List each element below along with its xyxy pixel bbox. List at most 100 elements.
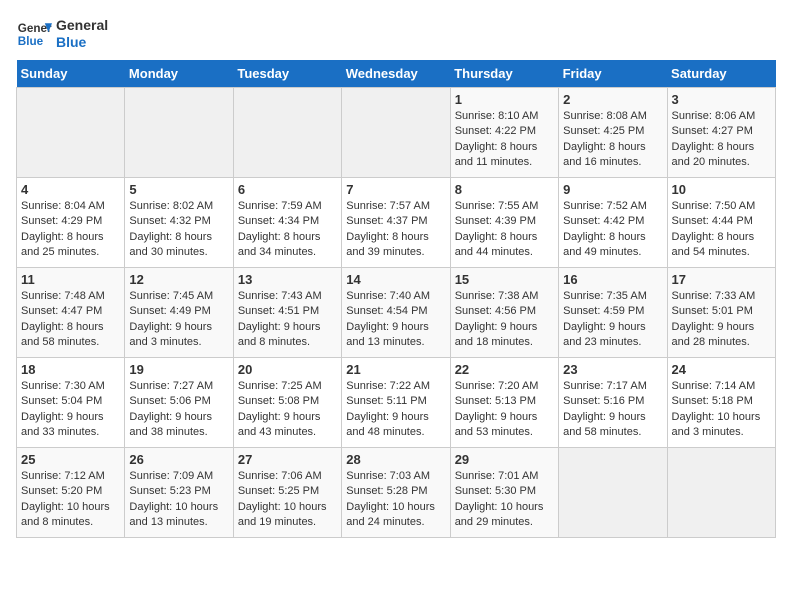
- day-number: 10: [672, 182, 771, 197]
- calendar-week-row: 25Sunrise: 7:12 AM Sunset: 5:20 PM Dayli…: [17, 448, 776, 538]
- weekday-header: Friday: [559, 60, 667, 88]
- calendar-cell: [559, 448, 667, 538]
- day-number: 11: [21, 272, 120, 287]
- day-number: 20: [238, 362, 337, 377]
- day-number: 5: [129, 182, 228, 197]
- day-info: Sunrise: 8:04 AM Sunset: 4:29 PM Dayligh…: [21, 199, 120, 261]
- day-number: 16: [563, 272, 662, 287]
- calendar-cell: 20Sunrise: 7:25 AM Sunset: 5:08 PM Dayli…: [233, 358, 341, 448]
- day-number: 8: [455, 182, 554, 197]
- day-number: 23: [563, 362, 662, 377]
- calendar-cell: 3 Sunrise: 8:06 AM Sunset: 4:27 PM Daylig…: [667, 88, 775, 178]
- weekday-header: Thursday: [450, 60, 558, 88]
- calendar-header-row: SundayMondayTuesdayWednesdayThursdayFrid…: [17, 60, 776, 88]
- day-info: Sunrise: 7:57 AM Sunset: 4:37 PM Dayligh…: [346, 199, 445, 261]
- calendar-cell: 6 Sunrise: 7:59 AM Sunset: 4:34 PM Daylig…: [233, 178, 341, 268]
- day-info: Sunrise: 7:52 AM Sunset: 4:42 PM Dayligh…: [563, 199, 662, 261]
- calendar-cell: [125, 88, 233, 178]
- calendar-cell: 8 Sunrise: 7:55 AM Sunset: 4:39 PM Daylig…: [450, 178, 558, 268]
- calendar-week-row: 1 Sunrise: 8:10 AM Sunset: 4:22 PM Daylig…: [17, 88, 776, 178]
- calendar-cell: 15Sunrise: 7:38 AM Sunset: 4:56 PM Dayli…: [450, 268, 558, 358]
- day-number: 25: [21, 452, 120, 467]
- day-info: Sunrise: 7:17 AM Sunset: 5:16 PM Dayligh…: [563, 379, 662, 441]
- day-info: Sunrise: 7:55 AM Sunset: 4:39 PM Dayligh…: [455, 199, 554, 261]
- day-number: 4: [21, 182, 120, 197]
- day-number: 19: [129, 362, 228, 377]
- calendar-cell: [342, 88, 450, 178]
- day-number: 13: [238, 272, 337, 287]
- day-info: Sunrise: 7:59 AM Sunset: 4:34 PM Dayligh…: [238, 199, 337, 261]
- calendar-cell: 11 Sunrise: 7:48 AM Sunset: 4:47 PM Dayli…: [17, 268, 125, 358]
- calendar-cell: 12 Sunrise: 7:45 AM Sunset: 4:49 PM Dayli…: [125, 268, 233, 358]
- calendar-cell: 26Sunrise: 7:09 AM Sunset: 5:23 PM Dayli…: [125, 448, 233, 538]
- calendar-cell: 28 Sunrise: 7:03 AM Sunset: 5:28 PM Dayli…: [342, 448, 450, 538]
- calendar-cell: 16 Sunrise: 7:35 AM Sunset: 4:59 PM Dayli…: [559, 268, 667, 358]
- day-info: Sunrise: 7:03 AM Sunset: 5:28 PM Dayligh…: [346, 469, 445, 531]
- day-number: 29: [455, 452, 554, 467]
- calendar-week-row: 18 Sunrise: 7:30 AM Sunset: 5:04 PM Dayli…: [17, 358, 776, 448]
- calendar-cell: 24Sunrise: 7:14 AM Sunset: 5:18 PM Dayli…: [667, 358, 775, 448]
- calendar-cell: 29 Sunrise: 7:01 AM Sunset: 5:30 PM Dayli…: [450, 448, 558, 538]
- weekday-header: Tuesday: [233, 60, 341, 88]
- calendar-week-row: 4 Sunrise: 8:04 AM Sunset: 4:29 PM Daylig…: [17, 178, 776, 268]
- page-header: General Blue General Blue: [16, 16, 776, 52]
- day-number: 14: [346, 272, 445, 287]
- calendar-cell: 17 Sunrise: 7:33 AM Sunset: 5:01 PM Dayli…: [667, 268, 775, 358]
- logo-icon: General Blue: [16, 16, 52, 52]
- calendar-cell: 21Sunrise: 7:22 AM Sunset: 5:11 PM Dayli…: [342, 358, 450, 448]
- day-info: Sunrise: 7:50 AM Sunset: 4:44 PM Dayligh…: [672, 199, 771, 261]
- day-info: Sunrise: 8:10 AM Sunset: 4:22 PM Dayligh…: [455, 109, 554, 171]
- day-info: Sunrise: 7:27 AM Sunset: 5:06 PM Dayligh…: [129, 379, 228, 441]
- calendar-cell: 18 Sunrise: 7:30 AM Sunset: 5:04 PM Dayli…: [17, 358, 125, 448]
- day-number: 15: [455, 272, 554, 287]
- day-info: Sunrise: 7:22 AM Sunset: 5:11 PM Dayligh…: [346, 379, 445, 441]
- logo: General Blue General Blue: [16, 16, 108, 52]
- day-number: 28: [346, 452, 445, 467]
- day-info: Sunrise: 7:43 AM Sunset: 4:51 PM Dayligh…: [238, 289, 337, 351]
- day-number: 12: [129, 272, 228, 287]
- calendar-week-row: 11 Sunrise: 7:48 AM Sunset: 4:47 PM Dayli…: [17, 268, 776, 358]
- calendar-cell: [17, 88, 125, 178]
- calendar-cell: 22 Sunrise: 7:20 AM Sunset: 5:13 PM Dayli…: [450, 358, 558, 448]
- svg-text:Blue: Blue: [18, 35, 44, 48]
- day-info: Sunrise: 7:20 AM Sunset: 5:13 PM Dayligh…: [455, 379, 554, 441]
- weekday-header: Saturday: [667, 60, 775, 88]
- day-number: 7: [346, 182, 445, 197]
- calendar-cell: [233, 88, 341, 178]
- day-number: 17: [672, 272, 771, 287]
- calendar-cell: 19 Sunrise: 7:27 AM Sunset: 5:06 PM Dayli…: [125, 358, 233, 448]
- calendar-cell: 7 Sunrise: 7:57 AM Sunset: 4:37 PM Daylig…: [342, 178, 450, 268]
- day-number: 18: [21, 362, 120, 377]
- day-number: 9: [563, 182, 662, 197]
- day-number: 22: [455, 362, 554, 377]
- calendar-cell: 4 Sunrise: 8:04 AM Sunset: 4:29 PM Daylig…: [17, 178, 125, 268]
- day-info: Sunrise: 7:01 AM Sunset: 5:30 PM Dayligh…: [455, 469, 554, 531]
- calendar-cell: 13 Sunrise: 7:43 AM Sunset: 4:51 PM Dayli…: [233, 268, 341, 358]
- calendar-cell: [667, 448, 775, 538]
- day-number: 24: [672, 362, 771, 377]
- weekday-header: Wednesday: [342, 60, 450, 88]
- weekday-header: Sunday: [17, 60, 125, 88]
- day-info: Sunrise: 7:33 AM Sunset: 5:01 PM Dayligh…: [672, 289, 771, 351]
- day-number: 1: [455, 92, 554, 107]
- day-info: Sunrise: 7:48 AM Sunset: 4:47 PM Dayligh…: [21, 289, 120, 351]
- day-info: Sunrise: 7:40 AM Sunset: 4:54 PM Dayligh…: [346, 289, 445, 351]
- day-number: 2: [563, 92, 662, 107]
- calendar-cell: 10 Sunrise: 7:50 AM Sunset: 4:44 PM Dayli…: [667, 178, 775, 268]
- day-number: 3: [672, 92, 771, 107]
- calendar-cell: 23 Sunrise: 7:17 AM Sunset: 5:16 PM Dayli…: [559, 358, 667, 448]
- calendar-cell: 9 Sunrise: 7:52 AM Sunset: 4:42 PM Daylig…: [559, 178, 667, 268]
- day-info: Sunrise: 7:45 AM Sunset: 4:49 PM Dayligh…: [129, 289, 228, 351]
- day-info: Sunrise: 8:08 AM Sunset: 4:25 PM Dayligh…: [563, 109, 662, 171]
- day-number: 6: [238, 182, 337, 197]
- day-info: Sunrise: 8:02 AM Sunset: 4:32 PM Dayligh…: [129, 199, 228, 261]
- weekday-header: Monday: [125, 60, 233, 88]
- day-info: Sunrise: 7:30 AM Sunset: 5:04 PM Dayligh…: [21, 379, 120, 441]
- day-info: Sunrise: 7:06 AM Sunset: 5:25 PM Dayligh…: [238, 469, 337, 531]
- calendar-cell: 14 Sunrise: 7:40 AM Sunset: 4:54 PM Dayli…: [342, 268, 450, 358]
- calendar-table: SundayMondayTuesdayWednesdayThursdayFrid…: [16, 60, 776, 538]
- day-info: Sunrise: 7:09 AM Sunset: 5:23 PM Dayligh…: [129, 469, 228, 531]
- day-number: 27: [238, 452, 337, 467]
- day-info: Sunrise: 7:35 AM Sunset: 4:59 PM Dayligh…: [563, 289, 662, 351]
- day-info: Sunrise: 8:06 AM Sunset: 4:27 PM Dayligh…: [672, 109, 771, 171]
